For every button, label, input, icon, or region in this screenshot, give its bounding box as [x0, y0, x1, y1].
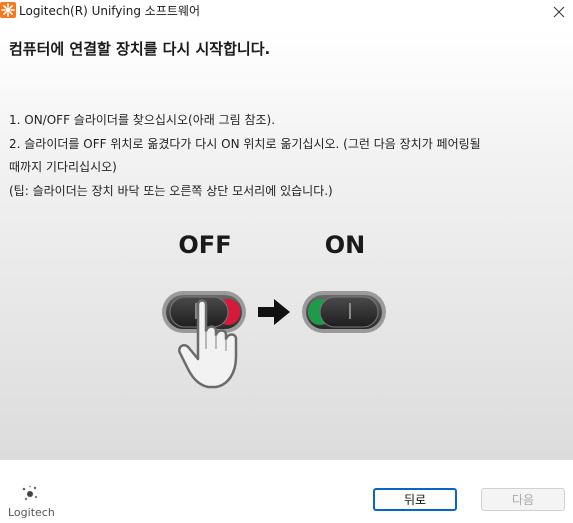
close-button[interactable] [545, 0, 573, 24]
back-button[interactable]: 뒤로 [373, 488, 457, 511]
footer: Logitech 뒤로 다음 [0, 460, 573, 523]
installer-window: Logitech(R) Unifying 소프트웨어 컴퓨터에 연결할 장치를 … [0, 0, 573, 523]
logitech-logo: Logitech [8, 484, 68, 520]
off-label: OFF [178, 231, 231, 259]
next-button[interactable]: 다음 [481, 488, 565, 511]
logitech-app-icon [0, 2, 16, 18]
instruction-tip: (팁: 슬라이더는 장치 바닥 또는 오른쪽 상단 모서리에 있습니다.) [9, 184, 333, 198]
instruction-line-1: 1. ON/OFF 슬라이더를 찾으십시오(아래 그림 참조). [9, 113, 276, 127]
logo-wordmark: Logitech [8, 506, 55, 519]
window-title: Logitech(R) Unifying 소프트웨어 [19, 4, 200, 18]
on-switch-graphic [302, 291, 386, 333]
instruction-line-2: 2. 슬라이더를 OFF 위치로 옮겼다가 다시 ON 위치로 옮기십시오. (… [9, 137, 481, 151]
on-off-slider-illustration: OFF ON [162, 231, 386, 389]
instruction-line-3: 때까지 기다리십시오) [9, 160, 117, 174]
on-label: ON [325, 231, 366, 259]
arrow-right-icon [258, 299, 290, 325]
content-panel: 컴퓨터에 연결할 장치를 다시 시작합니다. 1. ON/OFF 슬라이더를 찾… [0, 28, 573, 460]
title-bar: Logitech(R) Unifying 소프트웨어 [0, 0, 573, 28]
close-icon [553, 6, 565, 18]
logitech-swirl-icon [22, 485, 38, 501]
page-heading: 컴퓨터에 연결할 장치를 다시 시작합니다. [9, 40, 271, 58]
